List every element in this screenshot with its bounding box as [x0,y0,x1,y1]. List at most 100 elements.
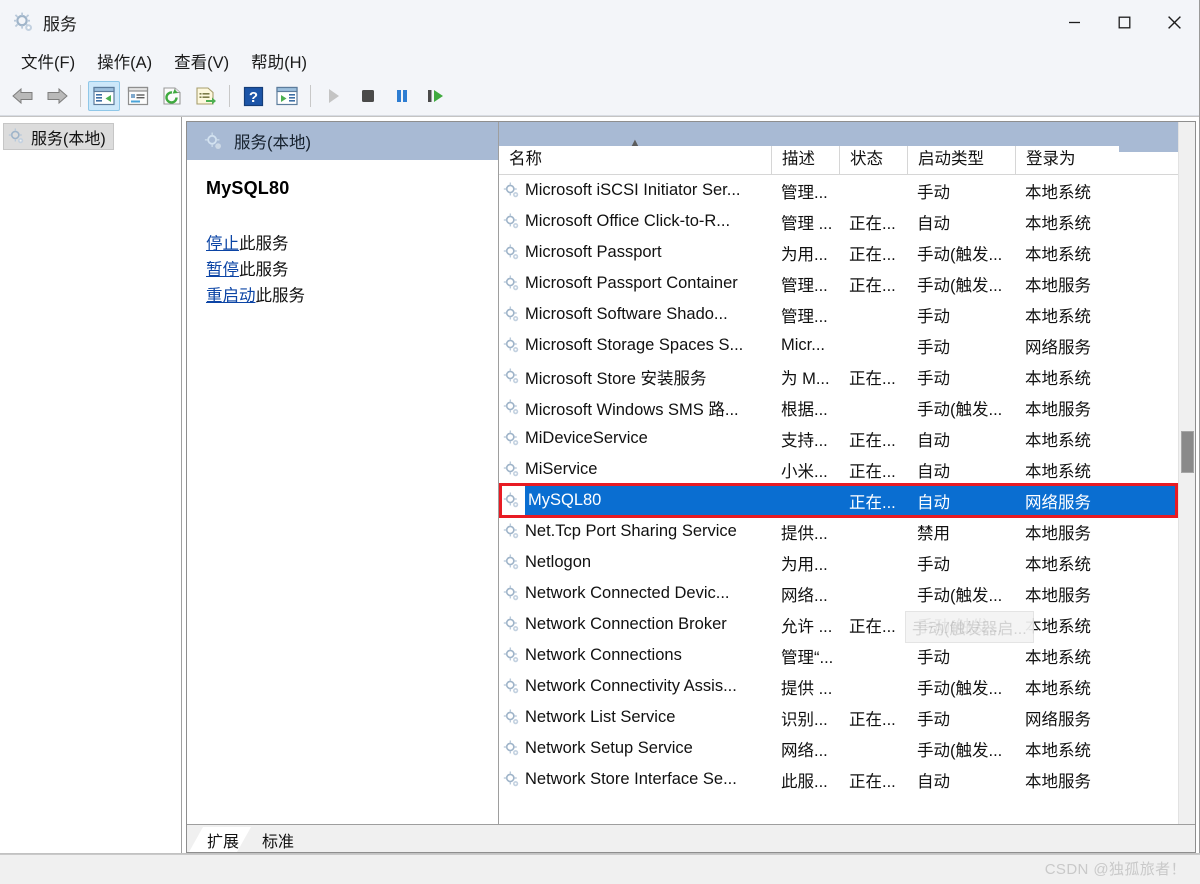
show-hide-console-tree-icon[interactable] [88,81,120,111]
services-gear-icon [204,132,223,151]
column-name[interactable]: ▲ 名称 [499,137,771,174]
cell-status: 正在... [849,276,896,295]
cell-service-name: MySQL80 [499,485,771,516]
cell-status [839,640,907,671]
forward-arrow-icon[interactable] [41,81,73,111]
service-gear-icon [503,244,520,261]
menu-action[interactable]: 操作(A) [86,46,163,76]
table-row[interactable]: Netlogon 为用... 手动 本地系统 [499,547,1195,578]
scrollbar-thumb[interactable] [1181,431,1194,473]
sidebar-item-services-local[interactable]: 服务(本地) [3,123,114,150]
table-row[interactable]: MiDeviceService 支持... 正在... 自动 本地系统 [499,423,1195,454]
table-row[interactable]: Microsoft Software Shado... 管理... 手动 本地系统 [499,299,1195,330]
tab-standard[interactable]: 标准 [244,827,306,852]
service-gear-icon [503,492,520,509]
properties-icon[interactable] [122,81,154,111]
restart-service-link-text[interactable]: 重启动 [206,287,256,305]
cell-service-name: Microsoft Software Shado... [499,299,771,330]
table-row[interactable]: Network Connections 管理“... 手动 本地系统 [499,640,1195,671]
table-row[interactable]: Network Connectivity Assis... 提供 ... 手动(触发… [499,671,1195,702]
pause-service-link-text[interactable]: 暂停 [206,261,239,279]
restart-service-icon[interactable] [420,81,452,111]
cell-startup-type: 手动 [917,710,950,729]
window-body: 服务(本地) 服务(本地) MySQL80 停止此服务 暂停此服务 重启动此服务… [0,116,1199,853]
cell-description: 提供... [781,524,828,543]
column-startup-type[interactable]: 启动类型 [907,146,1015,174]
stop-service-link-text[interactable]: 停止 [206,235,239,253]
table-row[interactable]: Microsoft iSCSI Initiator Ser... 管理... 手动 本… [499,175,1195,206]
service-gear-icon [503,213,520,230]
menu-file[interactable]: 文件(F) [10,46,86,76]
table-row[interactable]: Network Setup Service 网络... 手动(触发... 本地系统 [499,733,1195,764]
table-row[interactable]: Network List Service 识别... 正在... 手动 网络服务 [499,702,1195,733]
vertical-scrollbar[interactable] [1178,122,1195,824]
close-button[interactable] [1149,0,1199,45]
service-gear-icon [503,461,520,478]
menu-bar: 文件(F) 操作(A) 查看(V) 帮助(H) [0,45,1199,77]
minimize-button[interactable] [1049,0,1099,45]
services-list-rows[interactable]: Microsoft iSCSI Initiator Ser... 管理... 手动本… [499,175,1195,824]
service-gear-icon [503,740,520,757]
cell-log-on-as: 本地系统 [1025,431,1091,450]
toolbar-separator [229,85,230,107]
column-status[interactable]: 状态 [839,146,907,174]
column-description[interactable]: 描述 [771,146,839,174]
toolbar-separator [80,85,81,107]
maximize-button[interactable] [1099,0,1149,45]
restart-service-link[interactable]: 重启动此服务 [206,283,498,309]
refresh-icon[interactable] [156,81,188,111]
cell-startup-type: 自动 [917,772,950,791]
cell-log-on-as: 本地系统 [1025,648,1091,667]
help-icon[interactable]: ? [237,81,269,111]
pause-service-icon[interactable] [386,81,418,111]
table-row[interactable]: Network Connected Devic... 网络... 手动(触发... 本… [499,578,1195,609]
table-row[interactable]: Microsoft Windows SMS 路... 根据... 手动(触发... 本… [499,392,1195,423]
cell-description: 为 M... [781,369,830,388]
stop-service-link[interactable]: 停止此服务 [206,231,498,257]
service-name-label: MiDeviceService [525,429,648,447]
console-tree-pane: 服务(本地) [0,117,182,853]
table-row[interactable]: Microsoft Office Click-to-R... 管理 ... 正在..… [499,206,1195,237]
table-row[interactable]: Microsoft Passport 为用... 正在... 手动(触发... 本地系统 [499,237,1195,268]
pause-service-link[interactable]: 暂停此服务 [206,257,498,283]
cell-service-name: MiDeviceService [499,423,771,454]
table-row[interactable]: Net.Tcp Port Sharing Service 提供... 禁用 本地服务 [499,516,1195,547]
back-arrow-icon[interactable] [7,81,39,111]
cell-service-name: Microsoft Store 安装服务 [499,361,771,392]
show-action-pane-icon[interactable] [271,81,303,111]
cell-log-on-as: 本地服务 [1025,772,1091,791]
cell-startup-type: 自动 [917,493,950,512]
service-gear-icon [503,771,520,788]
table-row[interactable]: Network Connection Broker 允许 ... 正在... 手动(触… [499,609,1195,640]
cell-startup-type: 手动(触发... [917,679,1003,698]
tab-extended[interactable]: 扩展 [189,827,251,852]
cell-description: 小米... [781,462,828,481]
cell-startup-type: 自动 [917,431,950,450]
cell-log-on-as: 本地系统 [1025,462,1091,481]
cell-startup-type: 手动 [917,369,950,388]
table-row[interactable]: Microsoft Passport Container 管理... 正在... 手动… [499,268,1195,299]
table-row[interactable]: Network Store Interface Se... 此服... 正在... 自… [499,764,1195,795]
menu-view[interactable]: 查看(V) [163,46,240,76]
stop-service-icon[interactable] [352,81,384,111]
cell-status: 正在... [849,369,896,388]
service-name-label: Network Connectivity Assis... [525,677,737,695]
start-service-icon[interactable] [318,81,350,111]
menu-help[interactable]: 帮助(H) [240,46,318,76]
service-name-label: Microsoft Storage Spaces S... [525,336,744,354]
service-gear-icon [503,337,520,354]
cell-startup-type: 禁用 [917,524,950,543]
table-row[interactable]: Microsoft Store 安装服务 为 M... 正在... 手动 本地系统 [499,361,1195,392]
sidebar-item-label: 服务(本地) [31,130,106,148]
table-row[interactable]: MySQL80 正在... 自动 网络服务 [499,485,1195,516]
cell-status [839,330,907,361]
service-name-label: Microsoft Windows SMS 路... [525,400,739,419]
cell-startup-type: 手动 [917,183,950,202]
export-list-icon[interactable] [190,81,222,111]
cell-status: 正在... [849,617,896,636]
tab-standard-label: 标准 [262,833,295,851]
restart-service-link-suffix: 此服务 [255,287,306,305]
table-row[interactable]: MiService 小米... 正在... 自动 本地系统 [499,454,1195,485]
column-log-on-as[interactable]: 登录为 [1015,146,1119,174]
table-row[interactable]: Microsoft Storage Spaces S... Micr... 手动 网络… [499,330,1195,361]
